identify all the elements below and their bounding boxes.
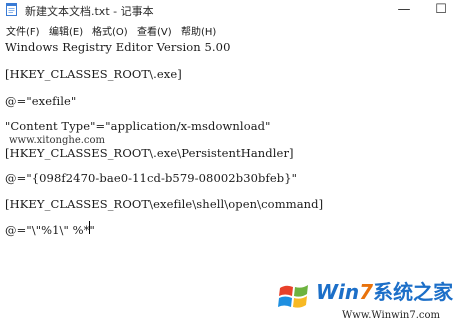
menu-help[interactable]: 帮助(H) bbox=[181, 23, 216, 38]
text-line: @="{098f2470-bae0-11cd-b579-08002b30bfeb… bbox=[5, 171, 298, 185]
menu-format[interactable]: 格式(O) bbox=[92, 23, 128, 38]
logo-brand-n: n bbox=[344, 280, 360, 304]
windows-flag-icon bbox=[273, 275, 315, 317]
text-line: Windows Registry Editor Version 5.00 bbox=[5, 40, 231, 54]
minimize-button[interactable]: — bbox=[386, 0, 422, 20]
logo-brand-cn: 系统之家 bbox=[373, 280, 454, 304]
text-line: [HKEY_CLASSES_ROOT\exefile\shell\open\co… bbox=[5, 197, 324, 211]
text-line: [HKEY_CLASSES_ROOT\.exe\PersistentHandle… bbox=[5, 146, 294, 160]
menu-file[interactable]: 文件(F) bbox=[6, 23, 40, 38]
maximize-button[interactable]: ☐ bbox=[423, 0, 459, 20]
window-title: 新建文本文档.txt - 记事本 bbox=[25, 5, 154, 18]
text-line: @="\"%1\" %*" bbox=[5, 223, 95, 237]
notepad-window: 新建文本文档.txt - 记事本 — ☐ 文件(F) 编辑(E) 格式(O) 查… bbox=[0, 0, 466, 329]
menu-edit[interactable]: 编辑(E) bbox=[49, 23, 83, 38]
menu-bar: 文件(F) 编辑(E) 格式(O) 查看(V) 帮助(H) bbox=[0, 20, 466, 40]
notepad-icon bbox=[6, 3, 17, 16]
logo-brand-seven: 7 bbox=[359, 280, 374, 304]
site-watermark: www.xitonghe.com bbox=[9, 135, 106, 146]
text-line: @="exefile" bbox=[5, 94, 77, 108]
logo-url: Www.Winwin7.com bbox=[342, 310, 440, 321]
win7-logo: Win7系统之家 Www.Winwin7.com bbox=[270, 270, 464, 328]
text-caret bbox=[89, 221, 90, 234]
logo-brand-prefix: Wi bbox=[316, 280, 345, 304]
title-bar[interactable]: 新建文本文档.txt - 记事本 — ☐ bbox=[0, 0, 466, 20]
logo-brand: Win7系统之家 bbox=[316, 276, 453, 305]
text-line: "Content Type"="application/x-msdownload… bbox=[5, 119, 271, 133]
menu-view[interactable]: 查看(V) bbox=[137, 23, 172, 38]
text-line: [HKEY_CLASSES_ROOT\.exe] bbox=[5, 67, 182, 81]
